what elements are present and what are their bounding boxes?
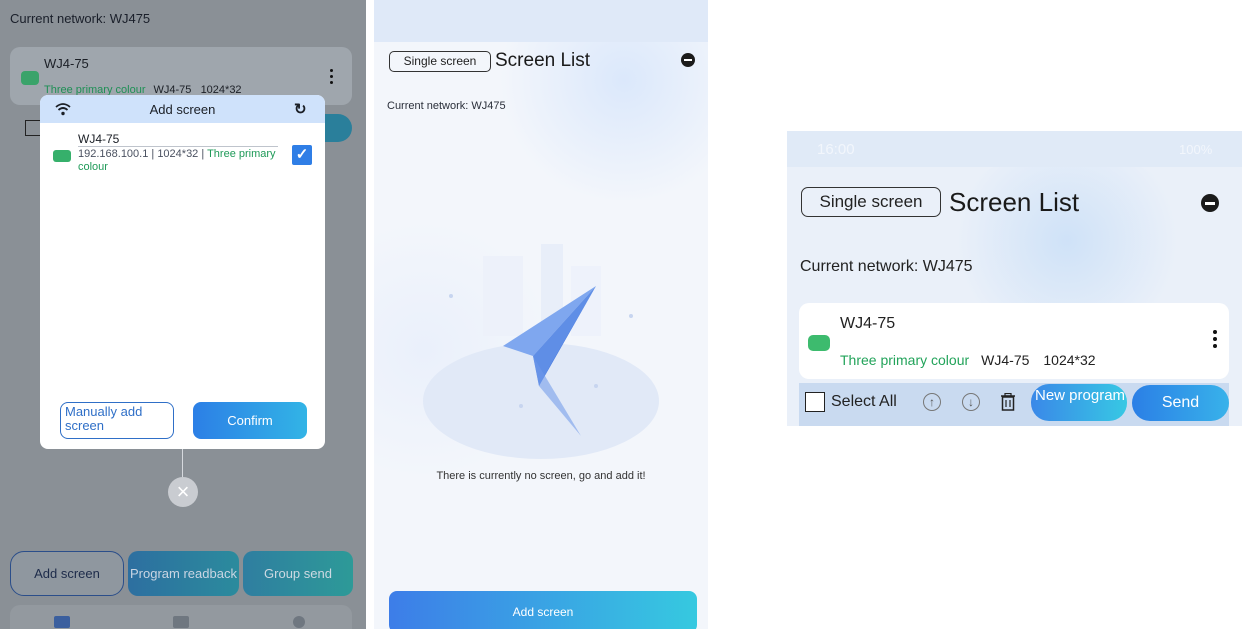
- current-network-label: Current network: WJ475: [800, 258, 973, 275]
- group-send-button[interactable]: Group send: [243, 551, 353, 596]
- add-screen-button[interactable]: Add screen: [10, 551, 124, 596]
- status-bar: 16:00 100%: [787, 131, 1242, 167]
- new-program-button[interactable]: New program: [1031, 384, 1127, 421]
- single-screen-toggle[interactable]: Single screen: [801, 187, 941, 217]
- screen-details: Three primary colour WJ4-75 1024*32: [840, 352, 1096, 368]
- status-battery: 100%: [1179, 142, 1213, 157]
- led-screen-icon: [53, 150, 71, 162]
- divider: [78, 146, 278, 147]
- manually-add-screen-button[interactable]: Manually add screen: [60, 402, 174, 439]
- led-screen-icon: [21, 71, 39, 85]
- trash-icon[interactable]: [1000, 393, 1016, 411]
- close-icon[interactable]: ×: [168, 477, 198, 507]
- modal-title: Add screen: [149, 102, 216, 117]
- confirm-button[interactable]: Confirm: [193, 402, 307, 439]
- refresh-icon[interactable]: ↻: [294, 100, 307, 118]
- screen-card[interactable]: WJ4-75 Three primary colour WJ4-75 1024*32: [799, 303, 1229, 379]
- select-all-label[interactable]: Select All: [831, 393, 897, 411]
- screen-select-checkbox[interactable]: ✓: [292, 145, 312, 165]
- found-screen-name: WJ4-75: [78, 132, 120, 146]
- program-readback-button[interactable]: Program readback: [128, 551, 239, 596]
- screen-tab-icon[interactable]: [54, 616, 70, 628]
- screen-list-with-device: 16:00 100% Single screen Screen List Cur…: [787, 131, 1242, 426]
- minus-circle-icon[interactable]: [1201, 194, 1219, 212]
- status-bar: [374, 0, 708, 42]
- close-connector: [182, 449, 183, 479]
- screen-color-type: Three primary colour: [840, 352, 970, 368]
- add-screen-dialog-screen: Current network: WJ475 WJ4-75 Three prim…: [0, 0, 366, 629]
- empty-screen-list: Single screen Screen List Current networ…: [374, 0, 708, 629]
- screen-model: WJ4-75: [981, 352, 1030, 368]
- screen-resolution: 1024*32: [1043, 352, 1096, 368]
- more-options-icon[interactable]: [330, 69, 334, 85]
- screen-name: WJ4-75: [840, 315, 896, 332]
- page-title: Screen List: [495, 50, 591, 71]
- paper-plane-illustration: [423, 244, 659, 459]
- screen-name: WJ4-75: [44, 56, 89, 71]
- led-screen-icon: [808, 335, 830, 351]
- select-all-checkbox[interactable]: [805, 392, 825, 412]
- found-screen-info: 192.168.100.1 | 1024*32 | Three primary …: [78, 148, 276, 173]
- add-screen-modal: Add screen ↻ WJ4-75 192.168.100.1 | 1024…: [40, 95, 325, 449]
- single-screen-toggle[interactable]: Single screen: [389, 51, 491, 72]
- move-up-icon[interactable]: ↑: [923, 393, 941, 411]
- empty-state-message: There is currently no screen, go and add…: [436, 470, 646, 482]
- send-button[interactable]: Send: [1132, 385, 1229, 421]
- move-down-icon[interactable]: ↓: [962, 393, 980, 411]
- select-all-checkbox[interactable]: [25, 120, 41, 136]
- profile-tab-icon[interactable]: [293, 616, 305, 628]
- folder-tab-icon[interactable]: [173, 616, 189, 628]
- add-screen-button[interactable]: Add screen: [389, 591, 697, 629]
- modal-header: Add screen ↻: [40, 95, 325, 123]
- bottom-tab-bar: [10, 605, 352, 629]
- more-options-icon[interactable]: [1213, 330, 1218, 352]
- minus-circle-icon[interactable]: [681, 53, 695, 67]
- current-network-label: Current network: WJ475: [10, 11, 151, 26]
- current-network-label: Current network: WJ475: [387, 100, 506, 112]
- page-title: Screen List: [949, 187, 1080, 217]
- status-time: 16:00: [817, 141, 855, 158]
